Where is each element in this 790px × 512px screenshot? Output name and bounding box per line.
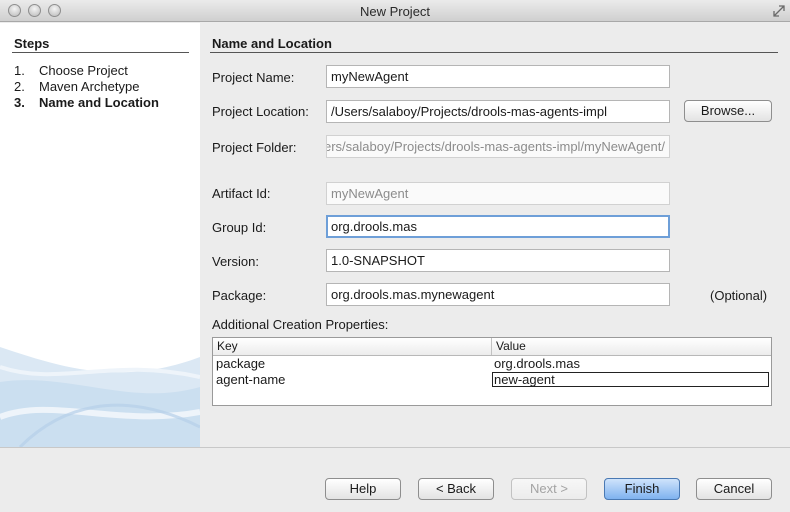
window-titlebar[interactable]: New Project bbox=[0, 0, 790, 22]
column-header-key[interactable]: Key bbox=[217, 339, 238, 353]
properties-table[interactable]: Key Value package org.drools.mas agent-n… bbox=[212, 337, 772, 406]
next-button: Next > bbox=[511, 478, 587, 500]
step-name-and-location: 3. Name and Location bbox=[14, 95, 159, 110]
step-label: Maven Archetype bbox=[39, 79, 140, 94]
artifact-id-label: Artifact Id: bbox=[212, 186, 271, 201]
package-optional-hint: (Optional) bbox=[710, 288, 768, 303]
version-field[interactable]: 1.0-SNAPSHOT bbox=[326, 249, 670, 272]
finish-button[interactable]: Finish bbox=[604, 478, 680, 500]
step-number: 3. bbox=[14, 95, 25, 110]
steps-divider bbox=[12, 52, 189, 53]
window-title: New Project bbox=[359, 4, 431, 19]
project-location-field[interactable]: /Users/salaboy/Projects/drools-mas-agent… bbox=[326, 100, 670, 123]
step-label: Name and Location bbox=[39, 95, 159, 110]
package-field[interactable]: org.drools.mas.mynewagent bbox=[326, 283, 670, 306]
group-id-label: Group Id: bbox=[212, 220, 267, 235]
artifact-id-field: myNewAgent bbox=[326, 182, 670, 205]
steps-title: Steps bbox=[14, 36, 50, 51]
section-divider bbox=[210, 52, 778, 53]
version-label: Version: bbox=[212, 254, 259, 269]
steps-sidebar: Steps 1. Choose Project 2. Maven Archetype… bbox=[0, 23, 200, 447]
project-folder-label: Project Folder: bbox=[212, 140, 297, 155]
step-choose-project: 1. Choose Project bbox=[14, 63, 128, 78]
properties-table-header: Key Value bbox=[213, 338, 771, 356]
wizard-content: Name and Location Project Name: myNewAge… bbox=[200, 23, 790, 447]
project-folder-value: /Users/salaboy/Projects/drools-mas-agent… bbox=[326, 139, 665, 154]
table-row-key[interactable]: agent-name bbox=[216, 372, 285, 387]
table-row-key[interactable]: package bbox=[216, 356, 265, 371]
project-location-label: Project Location: bbox=[212, 104, 309, 119]
help-button[interactable]: Help bbox=[325, 478, 401, 500]
decorative-swoosh-image bbox=[0, 347, 200, 447]
footer-divider bbox=[0, 447, 790, 448]
table-cell-editor[interactable]: new-agent bbox=[492, 372, 769, 387]
project-name-label: Project Name: bbox=[212, 70, 295, 85]
package-label: Package: bbox=[212, 288, 267, 303]
fullscreen-icon[interactable] bbox=[772, 4, 786, 18]
back-button[interactable]: < Back bbox=[418, 478, 494, 500]
step-maven-archetype: 2. Maven Archetype bbox=[14, 79, 139, 94]
column-divider[interactable] bbox=[491, 338, 492, 355]
column-header-value[interactable]: Value bbox=[496, 339, 526, 353]
cancel-button[interactable]: Cancel bbox=[696, 478, 772, 500]
step-label: Choose Project bbox=[39, 63, 128, 78]
step-number: 1. bbox=[14, 63, 25, 78]
project-folder-field: /Users/salaboy/Projects/drools-mas-agent… bbox=[326, 135, 670, 158]
additional-properties-label: Additional Creation Properties: bbox=[212, 317, 389, 332]
table-row-value[interactable]: org.drools.mas bbox=[494, 356, 580, 371]
browse-button[interactable]: Browse... bbox=[684, 100, 772, 122]
project-name-field[interactable]: myNewAgent bbox=[326, 65, 670, 88]
step-number: 2. bbox=[14, 79, 25, 94]
section-title: Name and Location bbox=[212, 36, 332, 51]
group-id-field[interactable]: org.drools.mas bbox=[326, 215, 670, 238]
